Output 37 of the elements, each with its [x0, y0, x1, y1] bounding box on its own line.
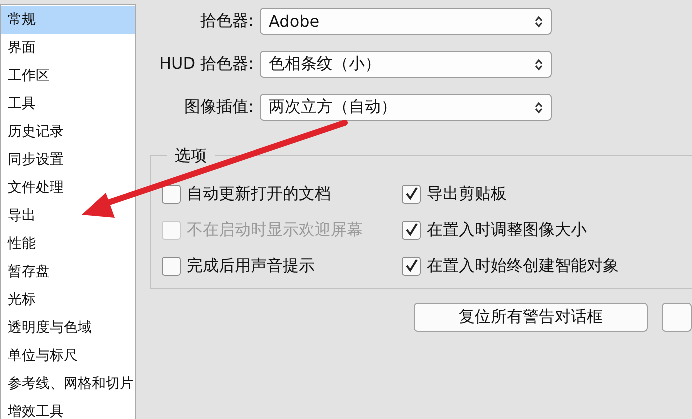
checkbox[interactable]: [402, 184, 421, 204]
sidebar-item[interactable]: 导出: [1, 202, 135, 230]
checkbox-label: 不在启动时显示欢迎屏幕: [187, 220, 363, 240]
field-label: 图像插值:: [184, 97, 254, 118]
checkbox[interactable]: [402, 256, 421, 276]
sidebar-item[interactable]: 单位与标尺: [1, 342, 135, 370]
checkbox-label: 在置入时调整图像大小: [427, 220, 587, 240]
sidebar-item[interactable]: 参考线、网格和切片: [1, 370, 135, 398]
cut-off-button[interactable]: [662, 303, 692, 332]
checkbox-label: 导出剪贴板: [427, 184, 507, 204]
checkbox-label: 完成后用声音提示: [187, 256, 315, 276]
checkbox[interactable]: [402, 220, 421, 240]
sidebar-item[interactable]: 历史记录: [1, 118, 135, 146]
sidebar-item[interactable]: 透明度与色域: [1, 314, 135, 342]
updown-icon: [535, 16, 543, 28]
dropdown[interactable]: 色相条纹（小）: [260, 51, 552, 78]
sidebar-item[interactable]: 常规: [1, 6, 135, 34]
sidebar-item[interactable]: 性能: [1, 230, 135, 258]
updown-icon: [535, 102, 543, 114]
sidebar-item[interactable]: 工具: [1, 90, 135, 118]
sidebar-item[interactable]: 光标: [1, 286, 135, 314]
checkbox[interactable]: [162, 184, 181, 204]
sidebar-item[interactable]: 界面: [1, 34, 135, 62]
sidebar-item[interactable]: 文件处理: [1, 174, 135, 202]
checkbox-label: 自动更新打开的文档: [187, 184, 331, 204]
sidebar-item[interactable]: 工作区: [1, 62, 135, 90]
field-label: 拾色器:: [200, 11, 254, 32]
sidebar-item[interactable]: 同步设置: [1, 146, 135, 174]
checkbox[interactable]: [162, 256, 181, 276]
sidebar-item[interactable]: 增效工具: [1, 398, 135, 419]
field-label: HUD 拾色器:: [158, 54, 254, 75]
dropdown[interactable]: 两次立方（自动）: [260, 94, 552, 121]
dropdown[interactable]: Adobe: [260, 8, 552, 35]
reset-button[interactable]: 复位所有警告对话框: [414, 303, 648, 332]
updown-icon: [535, 58, 543, 70]
checkbox-label: 在置入时始终创建智能对象: [427, 256, 619, 276]
sidebar-item[interactable]: 暂存盘: [1, 258, 135, 286]
